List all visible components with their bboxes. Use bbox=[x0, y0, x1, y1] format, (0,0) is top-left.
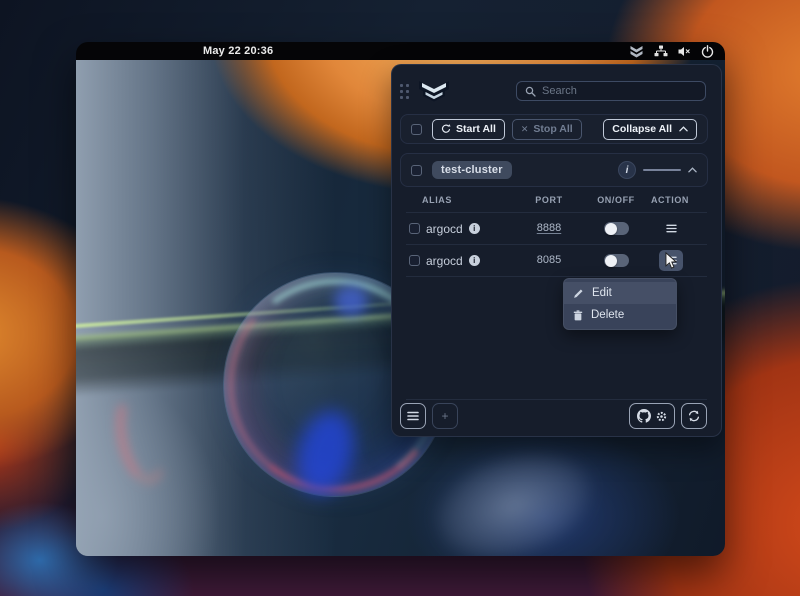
delete-label: Delete bbox=[591, 309, 624, 321]
add-config-button[interactable]: + bbox=[432, 403, 458, 429]
col-header-action: ACTION bbox=[639, 195, 701, 205]
collapse-all-label: Collapse All bbox=[612, 123, 672, 135]
toggle-knob bbox=[605, 255, 617, 267]
desktop-wallpaper: May 22 20:36 bbox=[0, 0, 800, 596]
sync-button[interactable] bbox=[681, 403, 707, 429]
context-menu: Edit Delete bbox=[563, 278, 677, 330]
cluster-row-controls: i bbox=[618, 161, 697, 179]
github-icon bbox=[637, 409, 651, 423]
footer-divider bbox=[406, 399, 707, 400]
start-all-label: Start All bbox=[456, 123, 496, 135]
row-checkbox[interactable] bbox=[409, 255, 420, 266]
cluster-name-badge: test-cluster bbox=[432, 161, 512, 179]
stop-icon: ✕ bbox=[521, 124, 529, 135]
search-placeholder: Search bbox=[542, 85, 577, 97]
gear-icon bbox=[656, 411, 667, 422]
menubar: May 22 20:36 bbox=[76, 42, 725, 60]
context-menu-delete[interactable]: Delete bbox=[564, 304, 676, 326]
chevron-up-icon bbox=[679, 126, 688, 132]
panel-footer: + bbox=[400, 403, 707, 429]
kftray-tray-icon[interactable] bbox=[629, 45, 644, 58]
search-input[interactable]: Search bbox=[516, 81, 706, 101]
wallpaper-blue-spot bbox=[334, 286, 368, 316]
main-menu-button[interactable] bbox=[400, 403, 426, 429]
kftray-logo-icon bbox=[417, 79, 451, 103]
context-menu-edit[interactable]: Edit bbox=[564, 282, 676, 304]
menubar-clock[interactable]: May 22 20:36 bbox=[203, 42, 273, 60]
cluster-checkbox[interactable] bbox=[411, 165, 422, 176]
search-icon bbox=[525, 86, 536, 97]
network-icon[interactable] bbox=[654, 45, 668, 57]
pencil-icon bbox=[573, 288, 584, 299]
row-info-icon[interactable]: i bbox=[469, 255, 480, 266]
power-icon[interactable] bbox=[701, 45, 714, 58]
toggle-knob bbox=[605, 223, 617, 235]
kftray-panel: Search Start All ✕ Stop All bbox=[391, 64, 722, 437]
bulk-controls-row: Start All ✕ Stop All Collapse All bbox=[400, 114, 708, 144]
row-checkbox[interactable] bbox=[409, 223, 420, 234]
stop-all-button[interactable]: ✕ Stop All bbox=[512, 119, 582, 140]
row-info-icon[interactable]: i bbox=[469, 223, 480, 234]
alias-label: argocd bbox=[426, 254, 463, 268]
start-refresh-icon bbox=[441, 124, 451, 134]
drag-handle-icon[interactable] bbox=[400, 84, 409, 99]
col-header-port: PORT bbox=[520, 195, 578, 205]
start-all-button[interactable]: Start All bbox=[432, 119, 505, 140]
menubar-status-icons bbox=[629, 42, 714, 60]
cluster-progress-line bbox=[643, 169, 681, 171]
volume-muted-icon[interactable] bbox=[678, 46, 691, 57]
cluster-info-icon[interactable]: i bbox=[618, 161, 636, 179]
mouse-cursor bbox=[665, 252, 679, 276]
col-header-alias: ALIAS bbox=[422, 195, 452, 205]
select-all-checkbox[interactable] bbox=[411, 124, 422, 135]
trash-icon bbox=[573, 310, 583, 321]
alias-label: argocd bbox=[426, 222, 463, 236]
row-action-button[interactable] bbox=[659, 218, 683, 239]
github-settings-button[interactable] bbox=[629, 403, 675, 429]
alias-cell: argocd i bbox=[426, 213, 480, 244]
stop-all-label: Stop All bbox=[533, 123, 572, 135]
edit-label: Edit bbox=[592, 287, 612, 299]
table-divider bbox=[406, 276, 707, 277]
panel-header: Search bbox=[400, 79, 706, 103]
wallpaper-pink-arc bbox=[109, 386, 176, 489]
onoff-toggle[interactable] bbox=[604, 222, 629, 235]
virtual-screen: May 22 20:36 bbox=[76, 42, 725, 556]
port-value[interactable]: 8085 bbox=[520, 245, 578, 276]
cluster-collapse-icon[interactable] bbox=[688, 167, 697, 173]
onoff-toggle[interactable] bbox=[604, 254, 629, 267]
collapse-all-button[interactable]: Collapse All bbox=[603, 119, 697, 140]
table-row: argocd i 8888 bbox=[392, 213, 721, 244]
alias-cell: argocd i bbox=[426, 245, 480, 276]
port-value[interactable]: 8888 bbox=[520, 213, 578, 244]
plus-icon: + bbox=[441, 409, 448, 423]
cluster-row[interactable]: test-cluster i bbox=[400, 153, 708, 187]
